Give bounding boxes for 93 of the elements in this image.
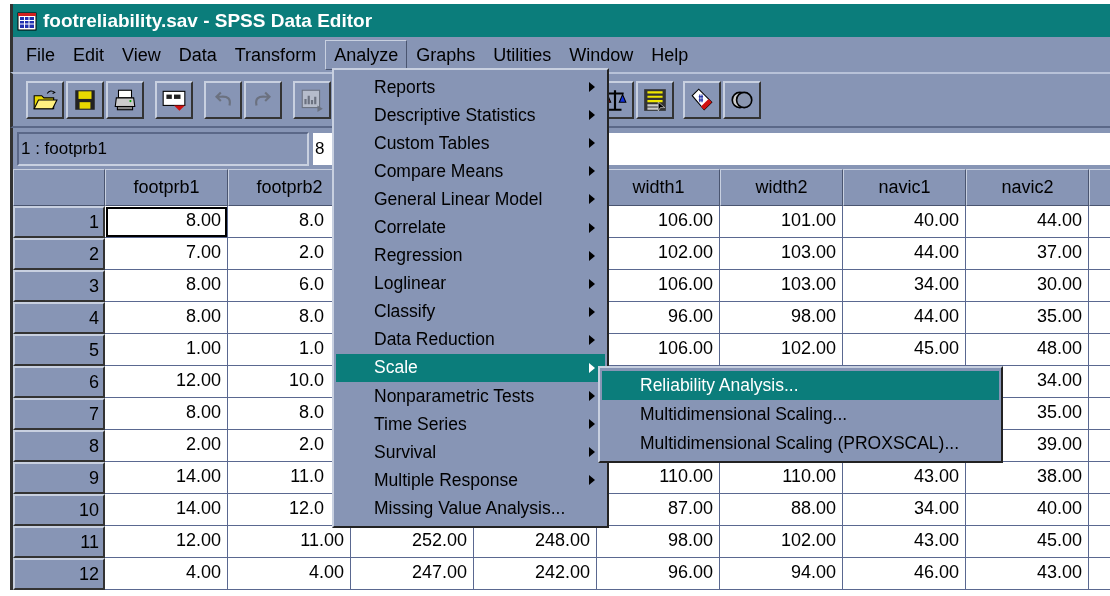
table-cell[interactable]: 1.00	[105, 334, 228, 366]
spreadsheet-icon	[17, 10, 37, 31]
toolbar-button[interactable]	[106, 81, 144, 119]
table-cell[interactable]: 40.00	[966, 494, 1089, 526]
table-cell[interactable]: 43.00	[843, 462, 966, 494]
row-header[interactable]: 12	[13, 558, 105, 590]
table-cell[interactable]: 38.00	[966, 462, 1089, 494]
table-cell[interactable]: 14.00	[105, 494, 228, 526]
toolbar-button[interactable]	[723, 81, 761, 119]
menu-item[interactable]: Scale	[336, 353, 605, 383]
table-cell[interactable]: 88.00	[720, 494, 843, 526]
table-cell[interactable]: 4.00	[105, 558, 228, 590]
row-header[interactable]: 10	[13, 494, 105, 526]
menu-item[interactable]: Reliability Analysis...	[602, 371, 999, 400]
table-cell[interactable]: 34.00	[843, 494, 966, 526]
table-cell[interactable]: 102.00	[720, 334, 843, 366]
table-cell[interactable]: 2.00	[105, 430, 228, 462]
table-cell[interactable]: 45.00	[966, 526, 1089, 558]
corner-header[interactable]	[13, 169, 105, 206]
row-header[interactable]: 7	[13, 398, 105, 430]
column-header[interactable]: footprb1	[105, 169, 228, 206]
menu-item[interactable]: Utilities	[484, 39, 561, 70]
window-title: footreliability.sav - SPSS Data Editor	[43, 9, 373, 32]
table-cell[interactable]: 247.00	[351, 558, 474, 590]
table-cell[interactable]: 7.00	[105, 238, 228, 270]
menu-item[interactable]: Graphs	[407, 39, 485, 70]
table-cell[interactable]: 14.00	[105, 462, 228, 494]
table-cell[interactable]: 4.00	[228, 558, 351, 590]
row-header[interactable]: 5	[13, 334, 105, 366]
toolbar-button[interactable]	[26, 81, 64, 119]
table-cell[interactable]: 8.00	[105, 206, 228, 238]
table-cell[interactable]: 46.00	[843, 558, 966, 590]
toolbar-button[interactable]	[683, 81, 721, 119]
table-cell[interactable]: 102.00	[720, 526, 843, 558]
tag-icon	[689, 87, 715, 113]
table-cell[interactable]: 44.00	[966, 206, 1089, 238]
toolbar-button[interactable]	[66, 81, 104, 119]
column-header[interactable]: navic1	[843, 169, 966, 206]
table-cell[interactable]: 252.00	[351, 526, 474, 558]
menu-item[interactable]: Help	[642, 39, 698, 70]
menu-item[interactable]: Edit	[64, 39, 114, 70]
row-header[interactable]: 9	[13, 462, 105, 494]
table-cell[interactable]: 8.00	[105, 270, 228, 302]
menu-item[interactable]: Reports	[336, 73, 605, 102]
menu-item[interactable]: View	[113, 39, 170, 70]
table-cell[interactable]: 110.00	[720, 462, 843, 494]
table-cell[interactable]: 37.00	[966, 238, 1089, 270]
table-cell[interactable]: 48.00	[966, 334, 1089, 366]
menu-item[interactable]: Transform	[225, 39, 326, 70]
table-icon	[642, 87, 668, 113]
table-cell[interactable]: 44.00	[843, 238, 966, 270]
table-cell[interactable]: 11.00	[228, 526, 351, 558]
table-cell[interactable]: 34.00	[843, 270, 966, 302]
column-header[interactable]: navic2	[966, 169, 1089, 206]
table-cell[interactable]: 12.00	[105, 366, 228, 398]
column-header[interactable]	[1089, 169, 1110, 206]
table-cell[interactable]: 103.00	[720, 238, 843, 270]
table-cell[interactable]: 35.00	[966, 302, 1089, 334]
chart-icon	[299, 87, 325, 113]
table-cell[interactable]: 96.00	[597, 558, 720, 590]
row-header[interactable]: 2	[13, 238, 105, 270]
cell-reference-field: 1 : footprb1	[17, 131, 309, 166]
menu-item[interactable]: Custom Tables	[336, 129, 605, 158]
table-cell[interactable]: 30.00	[966, 270, 1089, 302]
row-header[interactable]: 11	[13, 526, 105, 558]
table-cell[interactable]: 8.00	[105, 398, 228, 430]
menu-item[interactable]: Window	[560, 39, 643, 70]
column-header[interactable]: width2	[720, 169, 843, 206]
table-cell[interactable]: 94.00	[720, 558, 843, 590]
toolbar-button[interactable]	[155, 81, 193, 119]
table-cell[interactable]: 248.00	[474, 526, 597, 558]
table-cell[interactable]: 40.00	[843, 206, 966, 238]
row-header[interactable]: 4	[13, 302, 105, 334]
row-header[interactable]: 6	[13, 366, 105, 398]
table-cell[interactable]: 101.00	[720, 206, 843, 238]
table-cell[interactable]: 103.00	[720, 270, 843, 302]
table-cell[interactable]: 43.00	[843, 526, 966, 558]
row-header[interactable]: 3	[13, 270, 105, 302]
printer-icon	[112, 87, 138, 113]
table-cell[interactable]: 45.00	[843, 334, 966, 366]
table-cell[interactable]: 98.00	[597, 526, 720, 558]
menu-item[interactable]: Descriptive Statistics	[336, 101, 605, 130]
table-cell[interactable]: 98.00	[720, 302, 843, 334]
table-cell[interactable]: 43.00	[966, 558, 1089, 590]
menu-item[interactable]: File	[17, 39, 64, 70]
table-cell[interactable]: 44.00	[843, 302, 966, 334]
row-header[interactable]: 1	[13, 206, 105, 238]
table-cell[interactable]: 242.00	[474, 558, 597, 590]
table-cell[interactable]: 8.00	[105, 302, 228, 334]
table-cell[interactable]: 12.00	[105, 526, 228, 558]
row-header[interactable]: 8	[13, 430, 105, 462]
toolbar-button[interactable]	[636, 81, 674, 119]
menu-item[interactable]: Data	[169, 39, 226, 70]
